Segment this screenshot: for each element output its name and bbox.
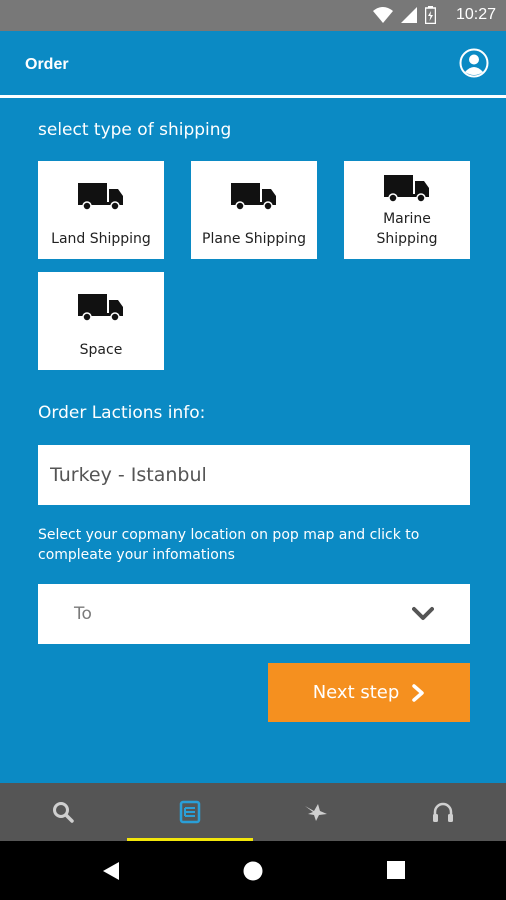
truck-icon bbox=[78, 183, 123, 211]
battery-icon bbox=[425, 6, 436, 24]
plane-shipping-label: Plane Shipping bbox=[202, 231, 306, 247]
home-icon[interactable] bbox=[243, 861, 263, 881]
search-icon bbox=[53, 802, 74, 823]
status-time: 10:27 bbox=[455, 6, 496, 23]
space-shipping-option[interactable]: Space bbox=[38, 272, 164, 370]
app-bar: Order bbox=[0, 31, 506, 96]
next-step-label: Next step bbox=[312, 682, 400, 703]
wifi-icon bbox=[373, 7, 393, 23]
truck-icon bbox=[231, 183, 276, 211]
system-nav-bar bbox=[0, 841, 506, 900]
truck-icon bbox=[78, 294, 123, 322]
bottom-nav bbox=[0, 783, 506, 841]
to-location-placeholder: To bbox=[74, 604, 92, 624]
recents-icon[interactable] bbox=[387, 861, 405, 879]
land-shipping-option[interactable]: Land Shipping bbox=[38, 161, 164, 259]
location-helper-text: Select your copmany location on pop map … bbox=[38, 527, 420, 563]
headphones-icon bbox=[433, 802, 453, 822]
app-bar-divider bbox=[0, 95, 506, 98]
space-shipping-label: Space bbox=[79, 342, 123, 358]
nav-search[interactable] bbox=[0, 783, 126, 841]
locations-label: Order Lactions info: bbox=[38, 403, 206, 423]
back-icon[interactable] bbox=[101, 861, 121, 881]
marine-shipping-option[interactable]: Marine Shipping bbox=[344, 161, 470, 259]
land-shipping-label: Land Shipping bbox=[51, 231, 151, 247]
chevron-right-icon bbox=[412, 683, 425, 702]
shipping-type-label: select type of shipping bbox=[38, 120, 232, 140]
page-title: Order bbox=[25, 56, 69, 73]
nav-support[interactable] bbox=[380, 783, 506, 841]
next-step-button[interactable]: Next step bbox=[268, 663, 470, 722]
list-icon bbox=[179, 800, 201, 824]
nav-orders[interactable] bbox=[127, 783, 253, 841]
profile-icon[interactable] bbox=[459, 48, 489, 78]
bird-icon bbox=[305, 804, 327, 821]
status-icons bbox=[373, 6, 436, 24]
marine-shipping-label: Marine Shipping bbox=[376, 211, 438, 247]
truck-icon bbox=[384, 175, 429, 203]
chevron-down-icon bbox=[412, 607, 434, 620]
from-location-input[interactable] bbox=[38, 445, 470, 505]
to-location-select[interactable]: To bbox=[38, 584, 470, 644]
nav-deliveries[interactable] bbox=[253, 783, 379, 841]
plane-shipping-option[interactable]: Plane Shipping bbox=[191, 161, 317, 259]
signal-icon bbox=[401, 7, 417, 23]
status-bar: 10:27 bbox=[0, 0, 506, 31]
